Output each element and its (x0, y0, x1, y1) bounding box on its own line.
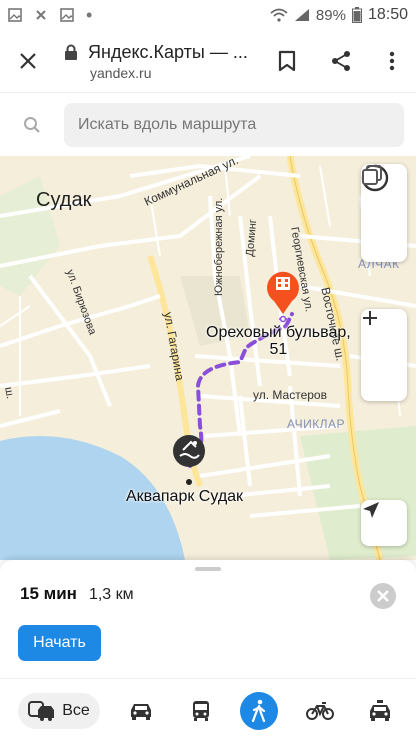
share-button[interactable] (314, 33, 368, 89)
bookmark-icon (278, 50, 296, 72)
bus-icon (193, 701, 209, 721)
layers-button[interactable] (361, 165, 407, 262)
sheet-handle[interactable] (195, 567, 221, 571)
walk-icon (251, 699, 266, 723)
mode-car-button[interactable] (125, 693, 157, 729)
origin-label: Аквапарк Судак (126, 488, 244, 505)
more-vertical-icon (389, 51, 395, 71)
district-label: АЧИКЛАР (287, 417, 346, 431)
wifi-icon (270, 8, 288, 22)
bookmark-button[interactable] (260, 33, 314, 89)
minus-icon (363, 317, 377, 319)
page-title: Яндекс.Карты — ... (88, 41, 248, 62)
city-label: Судак (36, 189, 92, 211)
close-icon (20, 53, 36, 69)
search-icon (0, 93, 64, 157)
street-label: ул. Мастеров (253, 388, 327, 402)
route-search-bar: Искать вдоль маршрута (0, 92, 416, 156)
notification-icons: • (8, 5, 92, 26)
transport-mode-bar: Все (0, 678, 416, 740)
all-transport-icon (28, 701, 55, 721)
mode-bus-button[interactable] (185, 693, 217, 729)
url-block[interactable]: Яндекс.Карты — ... yandex.ru (56, 42, 260, 81)
location-arrow-icon (363, 502, 379, 518)
clock: 18:50 (367, 6, 408, 23)
browser-header: Яндекс.Карты — ... yandex.ru (0, 30, 416, 92)
battery-icon (351, 7, 362, 23)
destination-label: Ореховый бульвар, 51 (206, 324, 351, 358)
lock-icon (65, 44, 77, 60)
taxi-icon (370, 700, 390, 721)
status-bar: • 89% 18:50 (0, 0, 416, 30)
close-x-notification-icon (36, 10, 46, 20)
street-label: ш. (2, 386, 17, 400)
more-notifications-icon: • (86, 4, 93, 25)
start-navigation-button[interactable]: Начать (18, 625, 101, 661)
mode-taxi-button[interactable] (364, 693, 396, 729)
layers-icon (362, 165, 382, 185)
battery-percent: 89% (315, 6, 346, 24)
mode-all-label: Все (62, 702, 90, 719)
my-location-button[interactable] (361, 500, 407, 546)
route-duration: 15 мин (20, 584, 77, 603)
share-icon (332, 51, 350, 71)
search-input[interactable]: Искать вдоль маршрута (64, 102, 404, 147)
zoom-controls (361, 309, 407, 401)
map-view[interactable]: Судак Коммунальная ул. Южнобережная ул. … (0, 156, 416, 560)
mode-bicycle-button[interactable] (302, 693, 338, 729)
close-route-button[interactable] (369, 582, 397, 615)
route-summary: 15 мин 1,3 км (20, 584, 134, 604)
street-label: Южнобережная ул. (213, 197, 225, 296)
image-icon (8, 8, 22, 22)
mode-all-button[interactable]: Все (18, 693, 100, 729)
zoom-out-button[interactable] (361, 317, 407, 401)
signal-icon (294, 9, 309, 21)
car-icon (131, 704, 151, 720)
image-icon (60, 8, 74, 22)
route-distance: 1,3 км (88, 586, 134, 603)
bicycle-icon (306, 702, 334, 720)
close-circle-icon (370, 583, 396, 609)
close-tab-button[interactable] (0, 33, 56, 89)
map-layers-panel (361, 164, 407, 262)
mode-walk-button[interactable] (240, 692, 278, 730)
search-placeholder: Искать вдоль маршрута (78, 115, 257, 133)
url-host: yandex.ru (90, 64, 152, 81)
more-menu-button[interactable] (368, 33, 416, 89)
